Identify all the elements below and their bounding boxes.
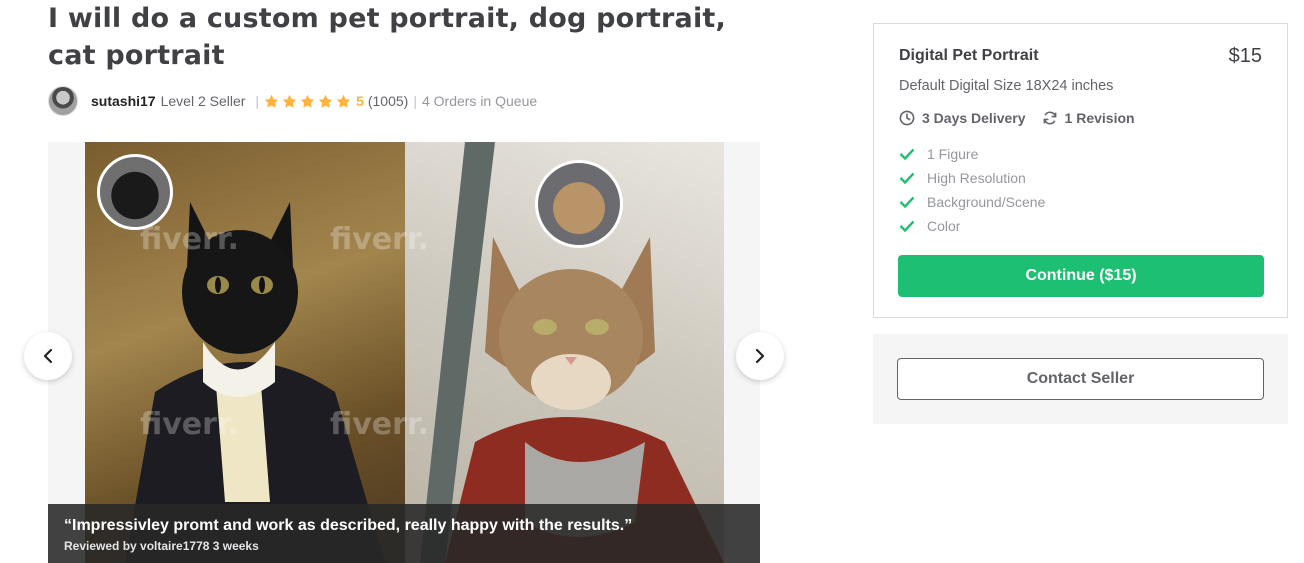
review-caption: “Impressivley promt and work as describe… [48, 504, 760, 563]
fiverr-watermark: fiverr. [140, 407, 239, 442]
feature-item: Background/Scene [899, 190, 1045, 214]
feature-item: 1 Figure [899, 142, 1045, 166]
seller-overview: sutashi17 Level 2 Seller | 5 (1005) | 4 … [48, 86, 537, 116]
gallery-next-button[interactable] [736, 332, 784, 380]
package-meta: 3 Days Delivery 1 Revision [899, 110, 1151, 126]
fiverr-watermark: fiverr. [330, 407, 429, 442]
gig-gallery[interactable]: fiverr. fiverr. fiverr. fiverr. “Impress… [48, 142, 760, 563]
seller-username[interactable]: sutashi17 [91, 93, 156, 109]
package-price: $15 [1228, 45, 1262, 67]
feature-label: High Resolution [927, 170, 1026, 186]
review-author: Reviewed by voltaire1778 3 weeks [64, 539, 259, 553]
rating-stars[interactable] [264, 94, 354, 109]
delivery-time: 3 Days Delivery [899, 110, 1026, 126]
contact-seller-button[interactable]: Contact Seller [897, 358, 1264, 400]
package-card: Digital Pet Portrait $15 Default Digital… [873, 23, 1288, 318]
check-icon [899, 148, 915, 160]
package-name: Digital Pet Portrait [899, 47, 1039, 64]
gig-title: I will do a custom pet portrait, dog por… [48, 3, 726, 71]
divider: | [413, 93, 417, 109]
seller-avatar[interactable] [48, 86, 78, 116]
star-icon [264, 94, 279, 108]
star-icon [318, 94, 333, 108]
feature-label: 1 Figure [927, 146, 979, 162]
delivery-label: 3 Days Delivery [922, 110, 1026, 126]
star-icon [282, 94, 297, 108]
rating-score: 5 [356, 93, 364, 109]
seller-level: Level 2 Seller [160, 93, 246, 109]
check-icon [899, 196, 915, 208]
star-icon [336, 94, 351, 108]
package-description: Default Digital Size 18X24 inches [899, 78, 1114, 94]
check-icon [899, 172, 915, 184]
fiverr-watermark: fiverr. [330, 222, 429, 257]
feature-item: Color [899, 214, 1045, 238]
tabby-cat-reference-photo [535, 160, 623, 248]
fiverr-watermark: fiverr. [140, 222, 239, 257]
gallery-image: fiverr. fiverr. fiverr. fiverr. [85, 142, 724, 563]
review-quote: “Impressivley promt and work as describe… [64, 517, 633, 534]
divider: | [255, 93, 260, 109]
contact-panel: Contact Seller [873, 334, 1288, 424]
feature-item: High Resolution [899, 166, 1045, 190]
black-cat-reference-photo [97, 154, 173, 230]
gallery-prev-button[interactable] [24, 332, 72, 380]
clock-icon [899, 110, 915, 126]
rating-count[interactable]: (1005) [368, 93, 408, 109]
continue-button[interactable]: Continue ($15) [898, 255, 1264, 297]
chevron-left-icon [43, 348, 53, 364]
revisions-label: 1 Revision [1064, 110, 1135, 126]
feature-list: 1 Figure High Resolution Background/Scen… [899, 142, 1045, 238]
chevron-right-icon [755, 348, 765, 364]
revisions: 1 Revision [1042, 110, 1135, 126]
orders-in-queue: 4 Orders in Queue [421, 93, 538, 109]
refresh-icon [1043, 111, 1056, 125]
check-icon [899, 220, 915, 232]
feature-label: Background/Scene [927, 194, 1046, 210]
feature-label: Color [927, 218, 961, 234]
star-icon [300, 94, 315, 108]
